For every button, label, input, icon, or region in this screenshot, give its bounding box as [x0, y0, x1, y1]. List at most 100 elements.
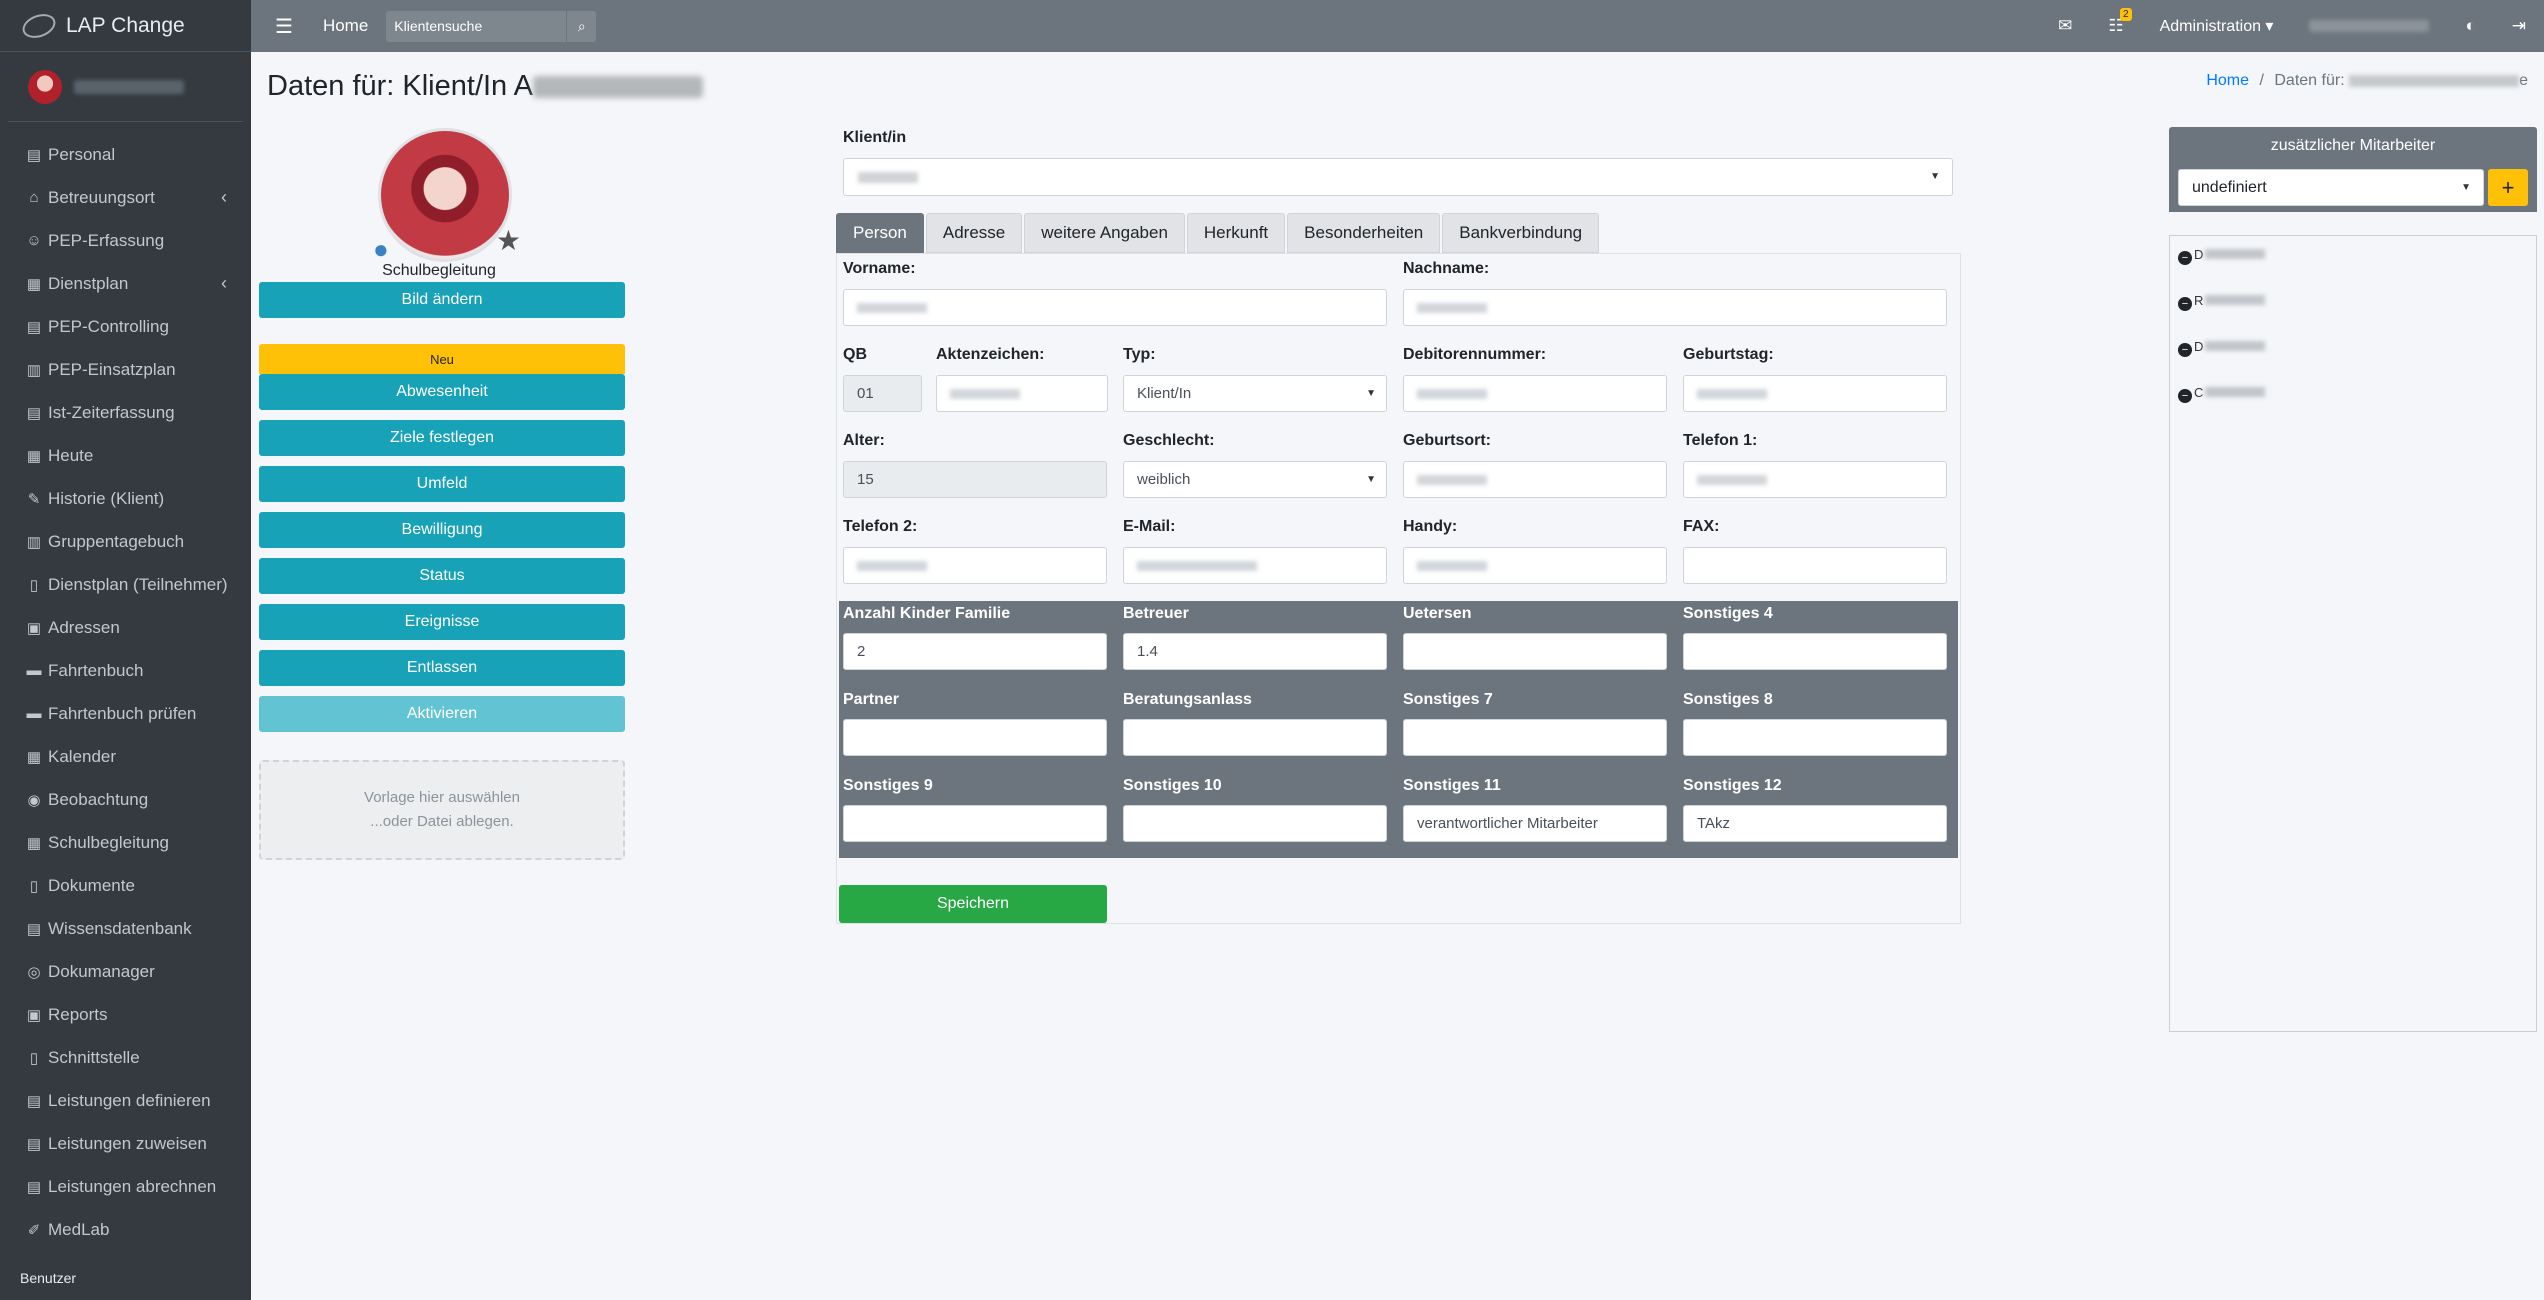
input-sonstiges4[interactable]: [1683, 633, 1947, 670]
sidebar-footer[interactable]: Benutzer: [20, 1270, 76, 1286]
sidebar-item-pep-controlling[interactable]: ▤ PEP-Controlling: [0, 305, 251, 348]
sidebar-item-betreuungsort[interactable]: ⌂ Betreuungsort ‹: [0, 176, 251, 219]
input-beratungsanlass[interactable]: [1123, 719, 1387, 756]
input-anzahl-kinder[interactable]: 2: [843, 633, 1107, 670]
sidebar-item-fahrtenbuch[interactable]: ▬ Fahrtenbuch: [0, 649, 251, 692]
input-sonstiges7[interactable]: [1403, 719, 1667, 756]
tasks-icon[interactable]: ☷ 2: [2108, 8, 2132, 36]
entlassen-button[interactable]: Entlassen: [259, 650, 625, 686]
sidebar-item-beobachtung[interactable]: ◉ Beobachtung: [0, 778, 251, 821]
menu-toggle-icon[interactable]: ☰: [275, 14, 293, 39]
caret-down-icon: ▼: [1366, 474, 1376, 485]
additional-staff-list: − D − R − D − C: [2169, 235, 2537, 1032]
input-sonstiges12[interactable]: TAkz: [1683, 805, 1947, 842]
input-sonstiges11[interactable]: verantwortlicher Mitarbeiter: [1403, 805, 1667, 842]
sidebar-item-label: PEP-Erfassung: [48, 230, 165, 250]
activate-button[interactable]: Aktivieren: [259, 696, 625, 732]
tab-besonderheiten[interactable]: Besonderheiten: [1287, 213, 1441, 253]
theme-toggle-icon[interactable]: ◐: [2465, 16, 2475, 36]
star-icon[interactable]: ★: [496, 224, 521, 257]
user-panel[interactable]: [8, 52, 243, 122]
sidebar-item-adressen[interactable]: ▣ Adressen: [0, 606, 251, 649]
dropzone-line1: Vorlage hier auswählen: [364, 789, 520, 806]
staff-select-value: undefiniert: [2192, 178, 2267, 196]
top-home-link[interactable]: Home: [323, 16, 368, 36]
sidebar-item-dokumanager[interactable]: ◎ Dokumanager: [0, 950, 251, 993]
input-handy[interactable]: [1403, 547, 1667, 584]
profile-picture[interactable]: ● ★: [373, 128, 521, 264]
sidebar-item-dienstplan-teilnehmer[interactable]: ▯ Dienstplan (Teilnehmer): [0, 563, 251, 606]
input-geburtstag[interactable]: [1683, 375, 1947, 412]
tab-bankverbindung[interactable]: Bankverbindung: [1442, 213, 1600, 253]
input-sonstiges8[interactable]: [1683, 719, 1947, 756]
client-select[interactable]: ▼: [843, 158, 1953, 196]
sidebar-item-personal[interactable]: ▤ Personal: [0, 133, 251, 176]
sidebar-item-leistungen-zuweisen[interactable]: ▤ Leistungen zuweisen: [0, 1122, 251, 1165]
input-geburtsort[interactable]: [1403, 461, 1667, 498]
tab-adresse[interactable]: Adresse: [925, 213, 1023, 253]
status-button[interactable]: Status: [259, 558, 625, 594]
input-debitorennummer[interactable]: [1403, 375, 1667, 412]
remove-icon[interactable]: −: [2178, 251, 2192, 265]
sidebar-item-fahrtenbuch-pr-fen[interactable]: ▬ Fahrtenbuch prüfen: [0, 692, 251, 735]
mail-icon[interactable]: ✉: [2058, 16, 2072, 36]
brand[interactable]: LAP Change: [0, 0, 251, 52]
remove-icon[interactable]: −: [2178, 297, 2192, 311]
input-nachname[interactable]: [1403, 289, 1947, 326]
select-typ[interactable]: Klient/In ▼: [1123, 375, 1387, 412]
sidebar-item-ist-zeiterfassung[interactable]: ▤ Ist-Zeiterfassung: [0, 391, 251, 434]
remove-icon[interactable]: −: [2178, 343, 2192, 357]
sidebar-item-schnittstelle[interactable]: ▯ Schnittstelle: [0, 1036, 251, 1079]
sidebar-item-pep-einsatzplan[interactable]: ▥ PEP-Einsatzplan: [0, 348, 251, 391]
input-aktenzeichen[interactable]: [936, 375, 1108, 412]
ziele-festlegen-button[interactable]: Ziele festlegen: [259, 420, 625, 456]
template-dropzone[interactable]: Vorlage hier auswählen ...oder Datei abl…: [259, 760, 625, 860]
remove-icon[interactable]: −: [2178, 389, 2192, 403]
administration-menu[interactable]: Administration ▾: [2160, 16, 2274, 36]
sidebar-item-schulbegleitung[interactable]: ▦ Schulbegleitung: [0, 821, 251, 864]
tab-herkunft[interactable]: Herkunft: [1186, 213, 1286, 253]
select-geschlecht[interactable]: weiblich ▼: [1123, 461, 1387, 498]
input-telefon1[interactable]: [1683, 461, 1947, 498]
input-telefon2[interactable]: [843, 547, 1107, 584]
sidebar-item-dokumente[interactable]: ▯ Dokumente: [0, 864, 251, 907]
input-vorname[interactable]: [843, 289, 1387, 326]
save-button[interactable]: Speichern: [839, 885, 1107, 923]
input-email[interactable]: [1123, 547, 1387, 584]
sidebar-item-leistungen-definieren[interactable]: ▤ Leistungen definieren: [0, 1079, 251, 1122]
tab-weitere-angaben[interactable]: weitere Angaben: [1024, 213, 1185, 253]
sidebar-item-medlab[interactable]: ✐ MedLab: [0, 1208, 251, 1251]
staff-select[interactable]: undefiniert ▼: [2178, 169, 2484, 206]
umfeld-button[interactable]: Umfeld: [259, 466, 625, 502]
input-fax[interactable]: [1683, 547, 1947, 584]
input-uetersen[interactable]: [1403, 633, 1667, 670]
sidebar-item-dienstplan[interactable]: ▦ Dienstplan ‹: [0, 262, 251, 305]
sidebar-item-reports[interactable]: ▣ Reports: [0, 993, 251, 1036]
abwesenheit-button[interactable]: Abwesenheit: [259, 374, 625, 410]
client-search-input[interactable]: [386, 10, 567, 42]
sidebar-item-gruppentagebuch[interactable]: ▥ Gruppentagebuch: [0, 520, 251, 563]
sidebar-item-label: Fahrtenbuch prüfen: [48, 703, 197, 723]
input-partner[interactable]: [843, 719, 1107, 756]
ereignisse-button[interactable]: Ereignisse: [259, 604, 625, 640]
logout-icon[interactable]: ⇥: [2512, 16, 2526, 36]
input-betreuer[interactable]: 1.4: [1123, 633, 1387, 670]
sidebar-item-leistungen-abrechnen[interactable]: ▤ Leistungen abrechnen: [0, 1165, 251, 1208]
sidebar-item-pep-erfassung[interactable]: ☺ PEP-Erfassung: [0, 219, 251, 262]
breadcrumb: Home / Daten für: e: [2206, 72, 2528, 90]
search-button[interactable]: ⌕: [566, 10, 597, 42]
label-partner: Partner: [843, 691, 900, 708]
sidebar-item-heute[interactable]: ▦ Heute: [0, 434, 251, 477]
sidebar-item-wissensdatenbank[interactable]: ▤ Wissensdatenbank: [0, 907, 251, 950]
top-user-redacted[interactable]: [2309, 20, 2430, 32]
breadcrumb-home[interactable]: Home: [2206, 72, 2249, 89]
user-badge-icon: ●: [373, 234, 389, 264]
tab-person[interactable]: Person: [836, 213, 924, 253]
add-staff-button[interactable]: +: [2488, 169, 2528, 206]
bewilligung-button[interactable]: Bewilligung: [259, 512, 625, 548]
sidebar-item-historie-klient[interactable]: ✎ Historie (Klient): [0, 477, 251, 520]
input-sonstiges10[interactable]: [1123, 805, 1387, 842]
change-picture-button[interactable]: Bild ändern: [259, 282, 625, 318]
sidebar-item-kalender[interactable]: ▦ Kalender: [0, 735, 251, 778]
input-sonstiges9[interactable]: [843, 805, 1107, 842]
